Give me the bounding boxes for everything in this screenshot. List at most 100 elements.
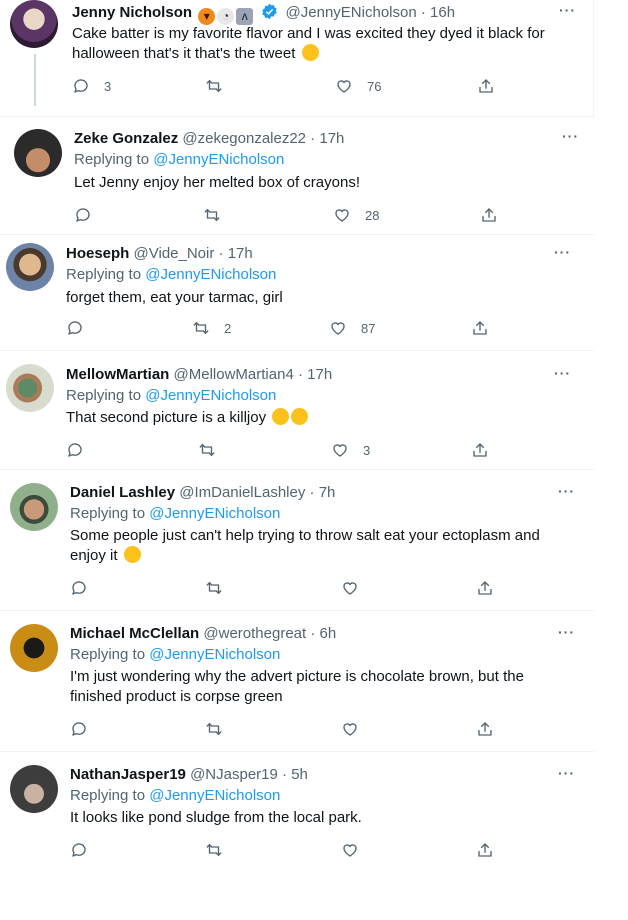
like-button[interactable]: 3 (331, 441, 370, 459)
more-icon[interactable]: ··· (554, 365, 571, 381)
tweet-text: Let Jenny enjoy her melted box of crayon… (74, 174, 360, 191)
avatar[interactable] (10, 624, 58, 672)
name-emojis: ▾ ◔ ʌ (198, 6, 255, 25)
mention-link[interactable]: @JennyENicholson (145, 266, 276, 283)
reply-icon (74, 79, 88, 93)
divider (0, 610, 594, 611)
like-button[interactable]: 87 (329, 319, 375, 337)
replying-to: Replying to @JennyENicholson (74, 151, 285, 168)
share-icon (478, 581, 492, 595)
display-name[interactable]: Hoeseph (66, 245, 129, 262)
reply-icon (76, 208, 90, 222)
avatar[interactable] (10, 483, 58, 531)
like-button[interactable]: 76 (335, 77, 381, 95)
reply-button[interactable] (66, 319, 98, 337)
retweet-button[interactable] (205, 579, 237, 597)
mention-link[interactable]: @JennyENicholson (149, 787, 280, 804)
reply-button[interactable] (66, 441, 98, 459)
reply-button[interactable] (70, 579, 102, 597)
retweet-button[interactable] (198, 441, 230, 459)
timestamp[interactable]: 17h (307, 366, 332, 383)
handle[interactable]: @ImDanielLashley (179, 484, 305, 501)
reply-button[interactable]: 3 (72, 77, 111, 95)
retweet-button[interactable]: 2 (192, 319, 231, 337)
divider (0, 350, 594, 351)
like-icon (343, 582, 357, 595)
like-icon (337, 80, 351, 93)
replying-to: Replying to @JennyENicholson (70, 505, 281, 522)
grinning-squint-face-icon (272, 408, 290, 425)
display-name[interactable]: NathanJasper19 (70, 766, 186, 783)
share-button[interactable] (471, 319, 489, 337)
reply-button[interactable] (74, 206, 106, 224)
like-button[interactable] (341, 579, 373, 597)
share-button[interactable] (476, 720, 494, 738)
mention-link[interactable]: @JennyENicholson (149, 646, 280, 663)
avatar[interactable] (10, 765, 58, 813)
like-button[interactable] (341, 720, 373, 738)
timestamp[interactable]: 7h (319, 484, 336, 501)
avatar[interactable] (6, 364, 54, 412)
tweet-actions: 28 (74, 206, 504, 230)
tweet-text: Cake batter is my favorite flavor and I … (72, 25, 545, 62)
share-icon (482, 208, 496, 222)
tweet-text: I'm just wondering why the advert pictur… (70, 668, 524, 705)
retweet-button[interactable] (205, 841, 237, 859)
handle[interactable]: @MellowMartian4 (174, 366, 294, 383)
timestamp[interactable]: 17h (319, 130, 344, 147)
timestamp[interactable]: 16h (430, 4, 455, 21)
display-name[interactable]: Michael McClellan (70, 625, 199, 642)
more-icon[interactable]: ··· (562, 128, 579, 144)
tweet-actions (70, 720, 500, 744)
reply-button[interactable] (70, 841, 102, 859)
retweet-button[interactable] (205, 720, 237, 738)
timestamp[interactable]: 17h (228, 245, 253, 262)
handle[interactable]: @JennyENicholson (286, 4, 417, 21)
display-name[interactable]: Daniel Lashley (70, 484, 175, 501)
more-icon[interactable]: ··· (558, 483, 575, 499)
share-button[interactable] (477, 77, 495, 95)
mention-link[interactable]: @JennyENicholson (153, 151, 284, 168)
display-name[interactable]: MellowMartian (66, 366, 169, 383)
retweet-icon (204, 209, 220, 221)
divider (0, 116, 594, 117)
share-button[interactable] (471, 441, 489, 459)
column-border (593, 0, 594, 118)
timestamp[interactable]: 6h (320, 625, 337, 642)
retweet-button[interactable] (203, 206, 235, 224)
handle[interactable]: @Vide_Noir (134, 245, 215, 262)
retweet-icon (206, 80, 222, 92)
reply-icon (72, 843, 86, 857)
retweet-button[interactable] (205, 77, 237, 95)
pumpkin-icon: ▾ (198, 7, 216, 25)
handle[interactable]: @NJasper19 (190, 766, 278, 783)
share-button[interactable] (480, 206, 498, 224)
share-button[interactable] (476, 579, 494, 597)
avatar[interactable] (10, 0, 58, 48)
more-icon[interactable]: ··· (558, 624, 575, 640)
grinning-squint-face-icon (123, 546, 141, 563)
handle[interactable]: @werothegreat (203, 625, 306, 642)
like-button[interactable]: 28 (333, 206, 379, 224)
share-button[interactable] (476, 841, 494, 859)
reply-button[interactable] (70, 720, 102, 738)
like-button[interactable] (341, 841, 373, 859)
display-name[interactable]: Zeke Gonzalez (74, 130, 178, 147)
mention-link[interactable]: @JennyENicholson (145, 387, 276, 404)
tweet-actions: 3 76 (72, 77, 502, 101)
divider (0, 469, 594, 470)
reply-icon (68, 321, 82, 335)
retweet-icon (193, 322, 209, 334)
handle[interactable]: @zekegonzalez22 (182, 130, 306, 147)
divider (0, 234, 594, 235)
reply-icon (72, 581, 86, 595)
more-icon[interactable]: ··· (559, 2, 576, 18)
avatar[interactable] (14, 129, 62, 177)
display-name[interactable]: Jenny Nicholson (72, 4, 192, 21)
timestamp[interactable]: 5h (291, 766, 308, 783)
more-icon[interactable]: ··· (554, 244, 571, 260)
mention-link[interactable]: @JennyENicholson (149, 505, 280, 522)
tweet-actions: 3 (66, 441, 496, 465)
more-icon[interactable]: ··· (558, 765, 575, 781)
avatar[interactable] (6, 243, 54, 291)
